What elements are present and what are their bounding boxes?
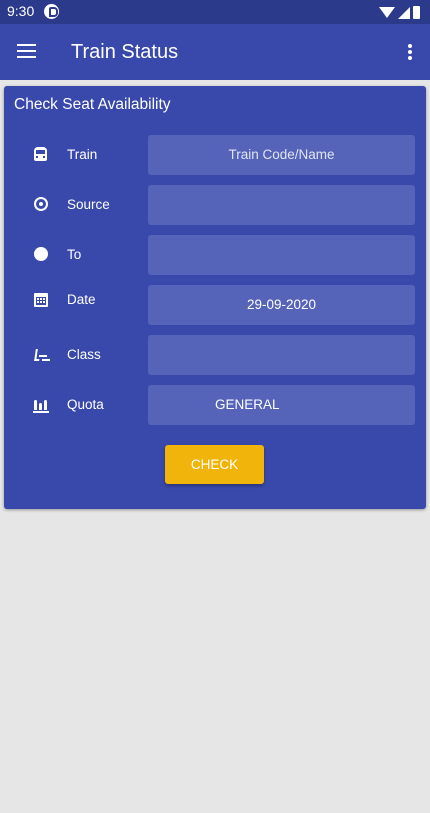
- to-label: To: [67, 247, 82, 262]
- date-row: Date 29-09-2020: [4, 285, 426, 325]
- destination-dot-icon: [34, 247, 48, 261]
- train-label: Train: [67, 147, 98, 162]
- train-input[interactable]: Train Code/Name: [148, 135, 415, 175]
- quota-select[interactable]: GENERAL: [148, 385, 415, 425]
- overflow-menu-icon[interactable]: [408, 44, 412, 60]
- quota-label: Quota: [67, 397, 104, 412]
- seat-icon: [34, 347, 48, 363]
- card-title: Check Seat Availability: [14, 96, 171, 113]
- class-label: Class: [67, 347, 101, 362]
- page-title: Train Status: [71, 41, 179, 63]
- check-button[interactable]: CHECK: [165, 445, 264, 484]
- status-bar: 9:30: [0, 0, 430, 24]
- train-row: Train Train Code/Name: [4, 135, 426, 175]
- signal-icon: [398, 7, 410, 19]
- calendar-icon: [34, 293, 48, 307]
- date-label: Date: [67, 292, 96, 307]
- battery-icon: [413, 6, 420, 19]
- app-notification-icon: [44, 4, 59, 19]
- train-icon: [34, 147, 47, 161]
- date-input[interactable]: 29-09-2020: [148, 285, 415, 325]
- quota-row: Quota GENERAL: [4, 385, 426, 425]
- hamburger-menu-icon[interactable]: [17, 44, 36, 59]
- radio-button-icon: [34, 197, 48, 211]
- app-bar: Train Status: [0, 24, 430, 80]
- train-placeholder: Train Code/Name: [228, 147, 335, 162]
- class-row: Class: [4, 335, 426, 375]
- status-indicators: [379, 5, 420, 19]
- quota-icon: [33, 397, 49, 413]
- source-input[interactable]: [148, 185, 415, 225]
- status-time: 9:30: [7, 3, 35, 19]
- destination-row: To: [4, 235, 426, 275]
- destination-input[interactable]: [148, 235, 415, 275]
- source-label: Source: [67, 197, 110, 212]
- class-select[interactable]: [148, 335, 415, 375]
- wifi-icon: [379, 7, 395, 18]
- source-row: Source: [4, 185, 426, 225]
- seat-availability-card: Check Seat Availability Train Train Code…: [4, 86, 426, 509]
